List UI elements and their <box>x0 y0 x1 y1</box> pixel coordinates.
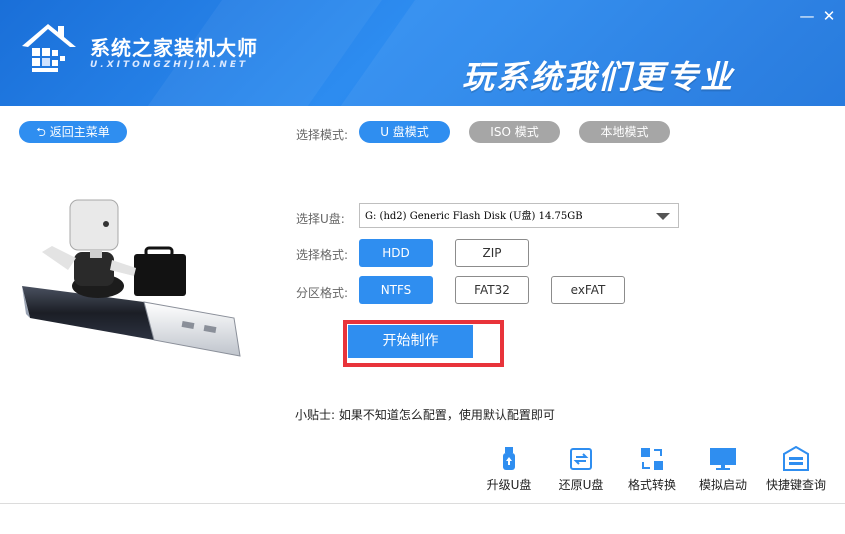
tool-simulate-boot[interactable]: 模拟启动 <box>687 446 759 493</box>
house-logo-icon <box>22 24 76 72</box>
mode-local-tab[interactable]: 本地模式 <box>579 121 670 143</box>
tool-restore-usb[interactable]: 还原U盘 <box>545 446 617 493</box>
mode-iso-tab[interactable]: ISO 模式 <box>469 121 560 143</box>
partition-exfat-button[interactable]: exFAT <box>551 276 625 304</box>
slogan: 玩系统我们更专业 <box>462 58 735 96</box>
usb-label: 选择U盘: <box>296 212 345 226</box>
usb-drive-select[interactable]: G: (hd2) Generic Flash Disk (U盘) 14.75GB <box>359 203 679 228</box>
footer-divider <box>0 503 845 504</box>
start-make-button[interactable]: 开始制作 <box>348 325 473 358</box>
usb-drive-value: G: (hd2) Generic Flash Disk (U盘) 14.75GB <box>365 211 583 222</box>
tool-label: 还原U盘 <box>558 478 604 492</box>
tool-format-convert[interactable]: 格式转换 <box>616 446 688 493</box>
tool-label: 模拟启动 <box>698 478 747 492</box>
return-arrow-icon: ⮌ <box>36 125 46 139</box>
shortcut-key-icon <box>783 446 809 471</box>
tool-label: 格式转换 <box>627 478 676 492</box>
format-label: 选择格式: <box>296 248 349 262</box>
partition-label: 分区格式: <box>296 286 349 300</box>
partition-ntfs-button[interactable]: NTFS <box>359 276 433 304</box>
app-header: 系统之家装机大师 U.XITONGZHIJIA.NET 玩系统我们更专业 — ✕ <box>0 0 845 106</box>
chevron-down-icon[interactable] <box>656 213 670 220</box>
minimize-button[interactable]: — <box>799 8 815 24</box>
tool-shortcut-query[interactable]: 快捷键查询 <box>760 446 832 493</box>
usb-upgrade-icon <box>503 447 515 470</box>
usb-mascot-illustration <box>22 199 241 357</box>
usb-restore-icon <box>570 448 592 470</box>
mode-label: 选择模式: <box>296 128 349 142</box>
tip-text: 小贴士: 如果不知道怎么配置，使用默认配置即可 <box>295 408 555 422</box>
format-convert-icon <box>641 448 663 470</box>
partition-fat32-button[interactable]: FAT32 <box>455 276 529 304</box>
tool-label: 升级U盘 <box>486 478 532 492</box>
mode-usb-tab[interactable]: U 盘模式 <box>359 121 450 143</box>
tool-upgrade-usb[interactable]: 升级U盘 <box>473 446 545 493</box>
tool-label: 快捷键查询 <box>765 478 826 492</box>
back-to-main-menu-button[interactable]: ⮌ 返回主菜单 <box>19 121 127 143</box>
brand-name: 系统之家装机大师 <box>90 36 258 60</box>
close-button[interactable]: ✕ <box>821 8 837 24</box>
format-zip-button[interactable]: ZIP <box>455 239 529 267</box>
monitor-simulate-icon <box>710 448 736 470</box>
back-button-label: 返回主菜单 <box>49 125 110 139</box>
brand-url: U.XITONGZHIJIA.NET <box>90 60 249 70</box>
format-hdd-button[interactable]: HDD <box>359 239 433 267</box>
